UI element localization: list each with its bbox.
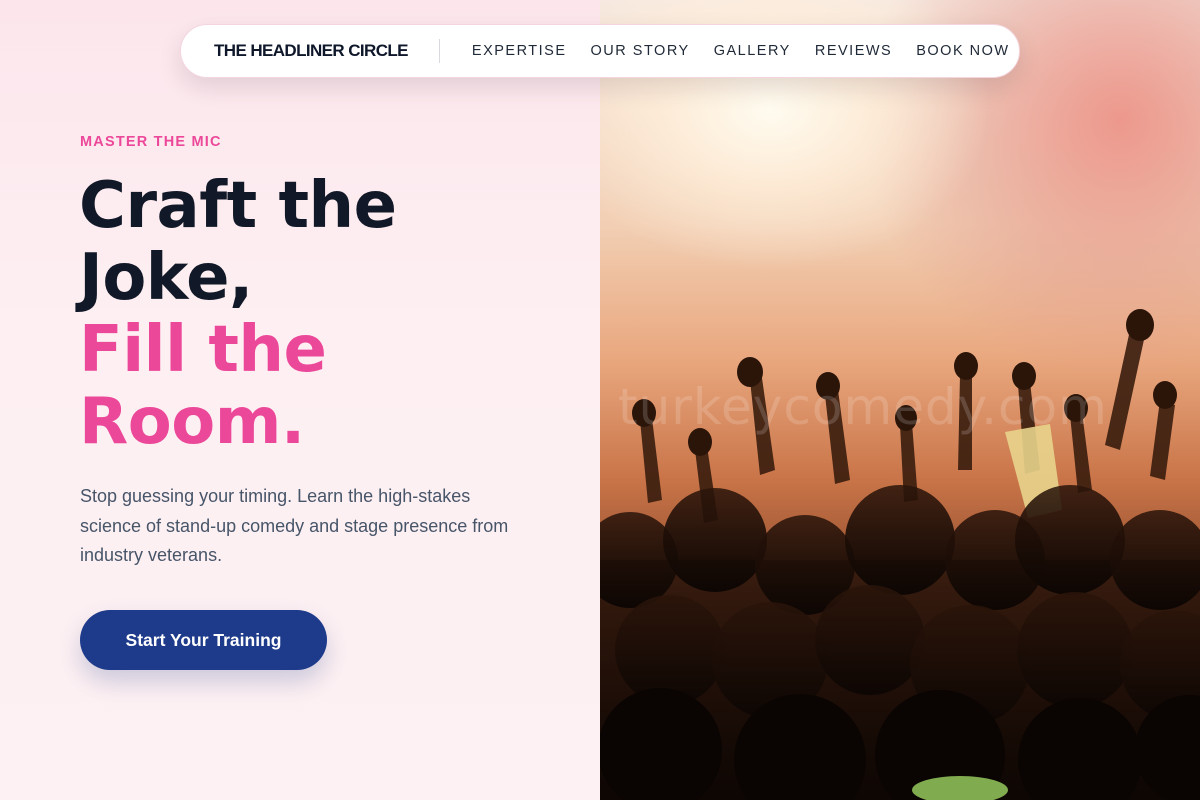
nav-link-expertise[interactable]: EXPERTISE [472, 43, 567, 59]
headline-line-3: Fill the [79, 313, 327, 387]
nav-link-book-now[interactable]: BOOK NOW [916, 43, 1009, 59]
nav-links: EXPERTISE OUR STORY GALLERY REVIEWS BOOK… [472, 43, 1010, 59]
hero-eyebrow: MASTER THE MIC [80, 134, 222, 150]
nav-link-our-story[interactable]: OUR STORY [591, 43, 690, 59]
image-watermark: turkeycomedy.com [618, 378, 1108, 436]
headline-line-1: Craft the [79, 169, 397, 243]
headline-line-4: Room. [79, 385, 305, 459]
hero-description: Stop guessing your timing. Learn the hig… [80, 486, 509, 565]
nav-link-gallery[interactable]: GALLERY [714, 43, 791, 59]
nav-divider [438, 39, 440, 63]
concert-crowd-image: turkeycomedy.com [600, 0, 1200, 800]
headline-line-2: Joke, [79, 241, 253, 315]
nav-link-reviews[interactable]: REVIEWS [815, 43, 892, 59]
brand-logo[interactable]: THE HEADLINER CIRCLE [214, 41, 409, 61]
start-training-button[interactable]: Start Your Training [80, 610, 327, 670]
hero-headline: Craft the Joke, Fill the Room. [79, 170, 397, 458]
top-navigation: THE HEADLINER CIRCLE EXPERTISE OUR STORY… [180, 24, 1020, 78]
